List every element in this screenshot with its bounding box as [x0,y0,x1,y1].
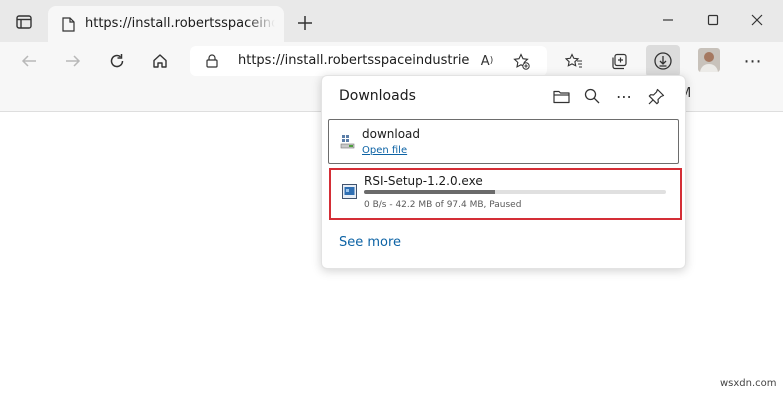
maximize-icon[interactable] [701,8,725,32]
read-aloud-icon[interactable]: A) [478,52,496,70]
download-icon [654,52,672,70]
tab-title: https://install.robertsspaceindust [85,16,275,31]
open-file-link[interactable]: Open file [362,145,407,156]
page-icon [60,16,76,32]
add-favorite-icon[interactable] [512,52,530,70]
forward-icon[interactable] [62,50,84,72]
installer-file-icon [340,134,356,150]
see-more-link[interactable]: See more [339,235,401,250]
download-progress-bar [364,190,666,194]
panel-title: Downloads [339,88,416,104]
pin-icon[interactable] [645,85,667,107]
address-bar[interactable]: https://install.robertsspaceindustrie...… [190,46,547,76]
setup-file-icon [341,183,357,199]
tab-strip: https://install.robertsspaceindust [0,0,783,42]
back-icon[interactable] [18,50,40,72]
close-icon[interactable] [745,8,769,32]
search-icon[interactable] [581,85,603,107]
more-options-icon[interactable]: ⋯ [613,85,635,107]
download-progress-fill [364,190,495,194]
download-item[interactable]: download Open file [328,119,679,164]
open-folder-icon[interactable] [550,85,572,107]
lock-icon[interactable] [204,53,220,69]
watermark: wsxdn.com [720,378,777,389]
file-name: download [362,127,421,141]
url-text[interactable]: https://install.robertsspaceindustrie... [238,53,470,68]
download-status: 0 B/s - 42.2 MB of 97.4 MB, Paused [364,200,522,210]
downloads-panel: Downloads ⋯ download Open file RSI-Setup… [321,75,686,269]
favorites-icon[interactable] [563,50,585,72]
minimize-icon[interactable] [656,8,680,32]
home-icon[interactable] [149,50,171,72]
tab-actions-icon[interactable] [14,12,34,32]
refresh-icon[interactable] [106,50,128,72]
collections-icon[interactable] [608,50,630,72]
downloads-button[interactable] [646,45,680,77]
more-icon[interactable]: ⋯ [742,50,764,72]
browser-tab[interactable]: https://install.robertsspaceindust [48,6,284,42]
profile-avatar[interactable] [697,47,721,73]
new-tab-icon[interactable] [294,12,316,34]
download-item-highlighted[interactable]: RSI-Setup-1.2.0.exe 0 B/s - 42.2 MB of 9… [329,168,682,220]
file-name: RSI-Setup-1.2.0.exe [364,174,483,188]
